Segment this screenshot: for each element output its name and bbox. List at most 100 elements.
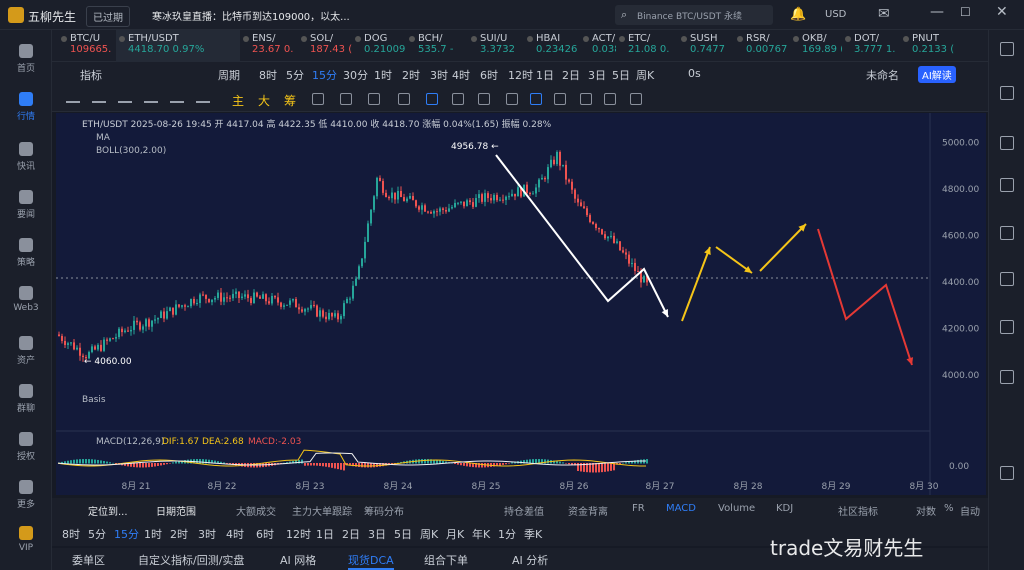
side-tool-icon[interactable] [1000, 136, 1014, 150]
side-tool-icon[interactable] [1000, 466, 1014, 480]
mail-icon[interactable]: ✉ [878, 6, 890, 22]
nav-item-8[interactable]: 授权 [0, 432, 52, 462]
bottom-interval-2[interactable]: 15分 [114, 526, 139, 542]
ai-button[interactable]: AI解读 [918, 66, 956, 83]
interval-4[interactable]: 1时 [374, 67, 392, 83]
draw-tool-icon[interactable] [506, 93, 518, 105]
macd-label[interactable]: MACD(12,26,9) [96, 437, 164, 447]
indicator-tab-1[interactable]: 主力大单跟踪 [292, 503, 352, 518]
bottom-interval-16[interactable]: 1分 [498, 526, 516, 542]
red-arrow[interactable] [817, 228, 913, 366]
nav-item-9[interactable]: 更多 [0, 480, 52, 510]
hline-icon[interactable] [92, 93, 106, 103]
bottom-interval-12[interactable]: 5日 [394, 526, 412, 542]
close-icon[interactable]: ✕ [996, 4, 1008, 20]
nav-item-2[interactable]: 快讯 [0, 142, 52, 172]
indicator-tab-5[interactable]: FR [632, 503, 645, 514]
ticker-item[interactable]: BCH/535.7 - [406, 30, 468, 62]
bell-icon[interactable]: 🔔 [790, 7, 806, 22]
bottom-interval-1[interactable]: 5分 [88, 526, 106, 542]
period-label[interactable]: 周期 [218, 67, 240, 83]
bottom-interval-9[interactable]: 1日 [316, 526, 334, 542]
ticker-item[interactable]: PNUT 0.2133 ( [900, 30, 960, 62]
interval-5[interactable]: 2时 [402, 67, 420, 83]
ma-label[interactable]: MA [96, 133, 110, 143]
bottom-tab-5[interactable]: AI 分析 [512, 552, 548, 568]
layout-name[interactable]: 未命名 [866, 67, 899, 83]
draw-label-2[interactable]: 筹 [284, 92, 296, 109]
draw-tool-icon[interactable] [452, 93, 464, 105]
nav-item-7[interactable]: 群聊 [0, 384, 52, 414]
nav-item-10[interactable]: VIP [0, 526, 52, 553]
draw-tool-icon[interactable] [630, 93, 642, 105]
bottom-interval-3[interactable]: 1时 [144, 526, 162, 542]
interval-12[interactable]: 3日 [588, 67, 606, 83]
indicator-tab-12[interactable]: 自动 [960, 503, 980, 518]
ticker-item[interactable]: ETC/21.08 0. [616, 30, 678, 62]
yellow-arrow-3[interactable] [759, 223, 807, 272]
more-icon[interactable] [196, 93, 210, 103]
bottom-interval-8[interactable]: 12时 [286, 526, 311, 542]
ticker-item[interactable]: DOG 0.21009 [352, 30, 406, 62]
expired-badge[interactable]: 已过期 [86, 6, 130, 27]
draw-tool-icon[interactable] [478, 93, 490, 105]
interval-11[interactable]: 2日 [562, 67, 580, 83]
side-tool-icon[interactable] [1000, 86, 1014, 100]
ticker-item[interactable]: SOL/187.43 ( [298, 30, 352, 62]
indicator-tab-8[interactable]: KDJ [776, 503, 793, 514]
interval-0[interactable]: 8时 [259, 67, 277, 83]
rect-icon[interactable] [170, 93, 184, 103]
indicator-tab-2[interactable]: 筹码分布 [364, 503, 404, 518]
side-tool-icon[interactable] [1000, 42, 1014, 56]
bottom-interval-7[interactable]: 6时 [256, 526, 274, 542]
bottom-interval-11[interactable]: 3日 [368, 526, 386, 542]
draw-tool-icon[interactable] [426, 93, 438, 105]
indicator-tab-9[interactable]: 社区指标 [838, 503, 878, 518]
interval-13[interactable]: 5日 [612, 67, 630, 83]
draw-label-0[interactable]: 主 [232, 92, 244, 109]
ticker-item[interactable]: DOT/3.777 1. [842, 30, 900, 62]
maximize-icon[interactable]: ☐ [960, 5, 971, 19]
indicator-tab-0[interactable]: 大额成交 [236, 503, 276, 518]
draw-tool-icon[interactable] [368, 93, 380, 105]
draw-tool-icon[interactable] [312, 93, 324, 105]
nav-item-6[interactable]: 资产 [0, 336, 52, 366]
indicator-tab-4[interactable]: 资金背离 [568, 503, 608, 518]
basis-label[interactable]: Basis [82, 395, 106, 405]
white-arrow[interactable] [495, 154, 669, 318]
bottom-interval-15[interactable]: 年K [472, 526, 490, 542]
channel-icon[interactable] [118, 93, 132, 103]
interval-10[interactable]: 1日 [536, 67, 554, 83]
nav-item-3[interactable]: 要闻 [0, 190, 52, 220]
bottom-interval-0[interactable]: 8时 [62, 526, 80, 542]
ticker-item[interactable]: SUI/U 3.3732 [468, 30, 524, 62]
bottom-interval-14[interactable]: 月K [446, 526, 464, 542]
indicator-tab-3[interactable]: 持仓差值 [504, 503, 544, 518]
chart-area[interactable]: 5000.00 4800.00 4600.00 4400.00 4200.00 4000.… [56, 113, 986, 495]
date-range-button[interactable]: 日期范围 [156, 503, 196, 518]
bottom-interval-5[interactable]: 3时 [198, 526, 216, 542]
bottom-tab-0[interactable]: 委单区 [72, 552, 105, 568]
locate-button[interactable]: 定位到... [88, 503, 128, 518]
side-tool-icon[interactable] [1000, 272, 1014, 286]
nav-item-1[interactable]: 行情 [0, 92, 52, 122]
search-input[interactable]: Binance BTC/USDT 永续 [637, 9, 742, 22]
indicator-tab-6[interactable]: MACD [666, 503, 696, 514]
interval-14[interactable]: 周K [636, 67, 654, 83]
zero-s-button[interactable]: 0s [688, 67, 701, 80]
interval-7[interactable]: 4时 [452, 67, 470, 83]
bottom-interval-6[interactable]: 4时 [226, 526, 244, 542]
nav-item-5[interactable]: Web3 [0, 286, 52, 313]
ray-icon[interactable] [144, 93, 158, 103]
ticker-item[interactable]: ENS/23.67 0. [240, 30, 298, 62]
ticker-item[interactable]: ACT/0.0386 - [580, 30, 616, 62]
draw-tool-icon[interactable] [554, 93, 566, 105]
nav-item-0[interactable]: 首页 [0, 44, 52, 74]
side-tool-icon[interactable] [1000, 370, 1014, 384]
currency-select[interactable]: USD [825, 9, 846, 20]
ticker-item[interactable]: OKB/169.89 ( [790, 30, 842, 62]
indicator-tab-7[interactable]: Volume [718, 503, 755, 514]
bottom-tab-1[interactable]: 自定义指标/回测/实盘 [138, 552, 244, 568]
draw-tool-icon[interactable] [398, 93, 410, 105]
interval-9[interactable]: 12时 [508, 67, 533, 83]
